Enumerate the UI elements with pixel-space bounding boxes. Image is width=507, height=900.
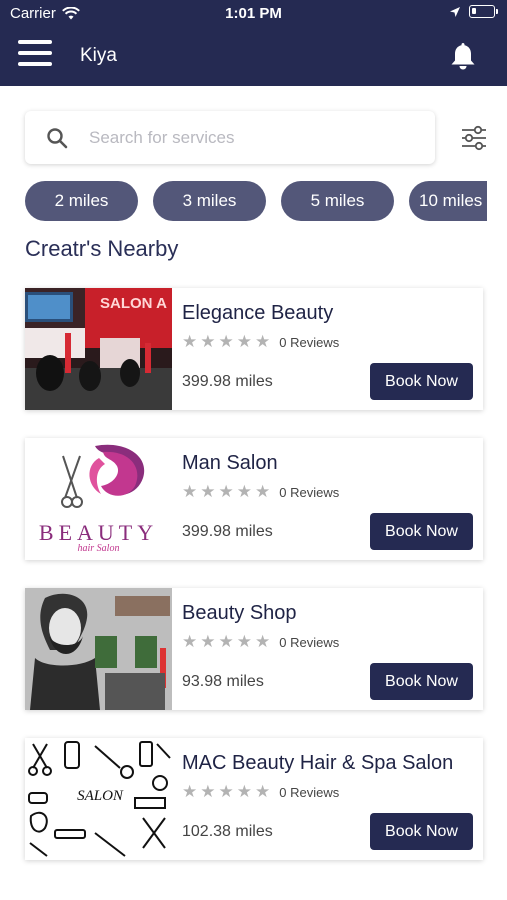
chip-5-miles[interactable]: 5 miles: [281, 181, 394, 221]
provider-name: Man Salon: [182, 452, 278, 474]
rating-stars: ★ ★ ★ ★ ★ 0 Reviews: [182, 632, 340, 651]
search-bar[interactable]: [25, 111, 435, 164]
provider-name: MAC Beauty Hair & Spa Salon: [182, 752, 454, 774]
provider-card[interactable]: Beauty Shop ★ ★ ★ ★ ★ 0 Reviews 93.98 miles …: [25, 588, 483, 710]
book-now-button[interactable]: Book Now: [370, 363, 473, 400]
review-count: 0 Reviews: [279, 634, 340, 650]
chip-3-miles[interactable]: 3 miles: [153, 181, 266, 221]
provider-distance: 399.98 miles: [182, 373, 273, 390]
bell-icon[interactable]: [447, 40, 479, 72]
svg-text:SALON A: SALON A: [100, 295, 167, 312]
salon-logo-text: SALON: [77, 788, 123, 804]
rating-stars: ★ ★ ★ ★ ★ 0 Reviews: [182, 332, 340, 351]
star-icon: ★: [255, 482, 271, 501]
star-icon: ★: [255, 332, 271, 351]
star-icon: ★: [218, 482, 234, 501]
provider-distance: 102.38 miles: [182, 823, 273, 840]
star-icon: ★: [255, 782, 271, 801]
star-icon: ★: [236, 782, 252, 801]
book-now-button[interactable]: Book Now: [370, 663, 473, 700]
star-icon: ★: [200, 332, 216, 351]
star-icon: ★: [182, 482, 198, 501]
rating-stars: ★ ★ ★ ★ ★ 0 Reviews: [182, 482, 340, 501]
provider-thumbnail: BEAUTY hair Salon: [25, 438, 172, 560]
star-icon: ★: [200, 632, 216, 651]
provider-name: Beauty Shop: [182, 602, 297, 624]
status-time: 1:01 PM: [225, 5, 282, 22]
location-arrow-icon: [450, 6, 460, 17]
star-icon: ★: [182, 632, 198, 651]
star-icon: ★: [200, 482, 216, 501]
provider-name: Elegance Beauty: [182, 302, 334, 324]
review-count: 0 Reviews: [279, 784, 340, 800]
rating-stars: ★ ★ ★ ★ ★ 0 Reviews: [182, 782, 340, 801]
provider-thumbnail: [25, 588, 172, 710]
app-header: Carrier 1:01 PM Kiya: [0, 0, 507, 86]
provider-thumbnail: SALON A: [25, 288, 172, 410]
provider-distance: 399.98 miles: [182, 523, 273, 540]
page-title: Kiya: [80, 45, 117, 66]
star-icon: ★: [182, 782, 198, 801]
star-icon: ★: [236, 632, 252, 651]
chip-10-miles[interactable]: 10 miles: [409, 181, 487, 221]
book-now-button[interactable]: Book Now: [370, 813, 473, 850]
search-icon: [47, 127, 68, 148]
star-icon: ★: [218, 332, 234, 351]
review-count: 0 Reviews: [279, 334, 340, 350]
star-icon: ★: [218, 632, 234, 651]
distance-filter-chips: 2 miles 3 miles 5 miles 10 miles: [25, 181, 487, 221]
status-bar: Carrier 1:01 PM: [0, 0, 507, 28]
star-icon: ★: [236, 482, 252, 501]
provider-card[interactable]: BEAUTY hair Salon Man Salon ★ ★ ★ ★ ★ 0 Revi…: [25, 438, 483, 560]
status-right: [449, 5, 498, 18]
chip-2-miles[interactable]: 2 miles: [25, 181, 138, 221]
star-icon: ★: [182, 332, 198, 351]
battery-icon: [469, 5, 498, 18]
star-icon: ★: [236, 332, 252, 351]
filter-sliders-icon[interactable]: [460, 124, 488, 152]
book-now-button[interactable]: Book Now: [370, 513, 473, 550]
search-input[interactable]: [89, 127, 409, 148]
section-title: Creatr's Nearby: [25, 236, 179, 261]
hamburger-menu-icon[interactable]: [18, 40, 52, 68]
provider-card[interactable]: SALON MAC Beauty Hair & Spa Salon ★ ★ ★ ★ ★ …: [25, 738, 483, 860]
review-count: 0 Reviews: [279, 484, 340, 500]
star-icon: ★: [200, 782, 216, 801]
star-icon: ★: [218, 782, 234, 801]
star-icon: ★: [255, 632, 271, 651]
provider-thumbnail: SALON: [25, 738, 172, 860]
provider-distance: 93.98 miles: [182, 673, 264, 690]
provider-card[interactable]: SALON A Elegance Beauty ★ ★ ★ ★ ★ 0 Reviews …: [25, 288, 483, 410]
beauty-logo-subtext: hair Salon: [77, 543, 120, 554]
